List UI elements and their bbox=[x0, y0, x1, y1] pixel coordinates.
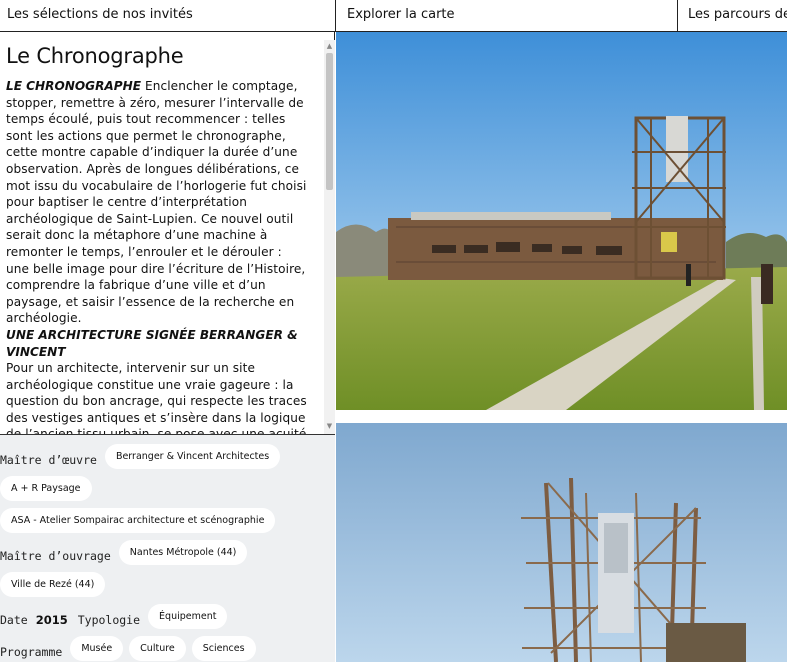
tag-asa-sompairac[interactable]: ASA - Atelier Sompairac architecture et … bbox=[0, 508, 276, 533]
tower-photo[interactable] bbox=[336, 423, 787, 662]
scroll-up-arrow-icon[interactable]: ▲ bbox=[324, 42, 335, 52]
tab-parcours[interactable]: Les parcours de bbox=[678, 0, 787, 31]
programme-row: Programme Musée Culture Sciences bbox=[0, 636, 335, 668]
tag-ville-reze[interactable]: Ville de Rezé (44) bbox=[0, 572, 106, 597]
article-body: LE CHRONOGRAPHE Enclencher le comptage, … bbox=[6, 78, 307, 435]
section-heading: LE CHRONOGRAPHE bbox=[6, 79, 142, 93]
project-metadata: Maître d’œuvre Berranger & Vincent Archi… bbox=[0, 435, 335, 662]
top-nav: Les sélections de nos invités Explorer l… bbox=[0, 0, 787, 32]
maitre-ouvrage-row: Maître d’ouvrage Nantes Métropole (44) bbox=[0, 540, 335, 572]
image-gallery[interactable] bbox=[336, 32, 787, 662]
scrollbar[interactable]: ▲ ▼ bbox=[324, 40, 335, 434]
tag-ar-paysage[interactable]: A + R Paysage bbox=[0, 476, 92, 501]
date-typologie-row: Date 2015 Typologie Équipement bbox=[0, 604, 335, 636]
tag-nantes-metropole[interactable]: Nantes Métropole (44) bbox=[118, 540, 248, 565]
date-value: 2015 bbox=[35, 613, 68, 627]
programme-label: Programme bbox=[0, 645, 63, 659]
section-text: Pour un architecte, intervenir sur un si… bbox=[6, 361, 307, 435]
tag-berranger-vincent[interactable]: Berranger & Vincent Architectes bbox=[104, 444, 281, 469]
section-text: Enclencher le comptage, stopper, remettr… bbox=[6, 79, 307, 326]
scroll-down-arrow-icon[interactable]: ▼ bbox=[324, 422, 335, 432]
typologie-label: Typologie bbox=[77, 613, 141, 627]
tag-sciences[interactable]: Sciences bbox=[191, 636, 256, 661]
maitre-oeuvre-row-3: ASA - Atelier Sompairac architecture et … bbox=[0, 508, 335, 540]
building-photo[interactable] bbox=[336, 32, 787, 410]
left-panel: Le Chronographe LE CHRONOGRAPHE Enclench… bbox=[0, 32, 335, 662]
tower-photo-image bbox=[336, 423, 787, 662]
maitre-oeuvre-label: Maître d’œuvre bbox=[0, 453, 97, 467]
page-title: Le Chronographe bbox=[6, 44, 184, 68]
tag-musee[interactable]: Musée bbox=[70, 636, 124, 661]
section-heading: UNE ARCHITECTURE SIGNÉE BERRANGER & VINC… bbox=[6, 327, 298, 359]
date-label: Date bbox=[0, 613, 28, 627]
article-scroll-area[interactable]: Le Chronographe LE CHRONOGRAPHE Enclench… bbox=[0, 32, 335, 435]
tab-selections-invites[interactable]: Les sélections de nos invités bbox=[0, 0, 336, 31]
scrollbar-thumb[interactable] bbox=[326, 53, 333, 190]
maitre-oeuvre-row: Maître d’œuvre Berranger & Vincent Archi… bbox=[0, 444, 335, 476]
building-photo-image bbox=[336, 32, 787, 410]
tab-explorer-carte[interactable]: Explorer la carte bbox=[336, 0, 678, 31]
tag-equipement[interactable]: Équipement bbox=[148, 604, 228, 629]
maitre-ouvrage-row-2: Ville de Rezé (44) bbox=[0, 572, 335, 604]
tag-culture[interactable]: Culture bbox=[129, 636, 186, 661]
maitre-oeuvre-row-2: A + R Paysage bbox=[0, 476, 335, 508]
maitre-ouvrage-label: Maître d’ouvrage bbox=[0, 549, 111, 563]
